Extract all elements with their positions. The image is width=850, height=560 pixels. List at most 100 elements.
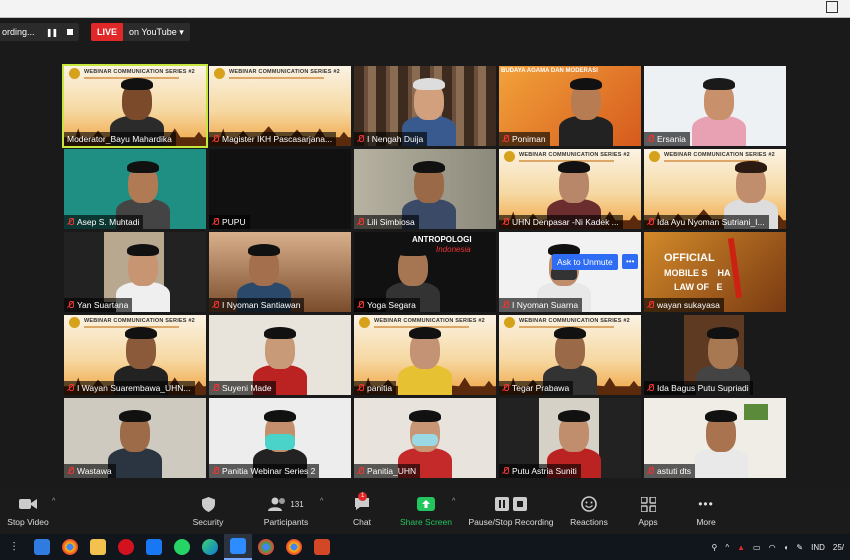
participant-tile[interactable]: Ersania xyxy=(644,66,786,146)
participant-tile[interactable]: Ida Bagus Putu Supriadi xyxy=(644,315,786,395)
chevron-down-icon: ▾ xyxy=(179,27,184,37)
participant-name-label: Putu Astria Suniti xyxy=(499,464,581,478)
participant-tile[interactable]: WEBINAR COMMUNICATION SERIES #2 Moderator… xyxy=(62,64,208,148)
chrome-profile-2-icon[interactable] xyxy=(280,534,308,560)
chrome-profile-icon[interactable] xyxy=(252,534,280,560)
participant-tile[interactable]: PUPU xyxy=(209,149,351,229)
participant-tile[interactable]: Lili Simbiosa xyxy=(354,149,496,229)
tile-caption: BUDAYA AGAMA DAN MODERASI xyxy=(501,68,598,74)
ask-to-unmute-button[interactable]: Ask to Unmute xyxy=(552,254,618,270)
more-button[interactable]: ••• More xyxy=(690,494,722,527)
reactions-button[interactable]: Reactions xyxy=(568,494,610,527)
share-screen-button[interactable]: Share Screen xyxy=(398,494,454,527)
participant-name-label: I Nengah Duija xyxy=(354,132,428,146)
participant-tile[interactable]: Panitia_UHN xyxy=(354,398,496,478)
recording-status-text: ording... xyxy=(2,27,35,37)
chat-button[interactable]: 1 Chat xyxy=(348,492,376,527)
live-target[interactable]: on YouTube ▾ xyxy=(123,23,190,41)
mic-muted-icon xyxy=(212,218,219,226)
participant-tile[interactable]: WEBINAR COMMUNICATION SERIES #2 UHN Denpa… xyxy=(499,149,641,229)
participant-tile[interactable]: Putu Astria Suniti xyxy=(499,398,641,478)
participants-button[interactable]: 131 Participants xyxy=(258,494,314,527)
security-button[interactable]: Security xyxy=(188,494,228,527)
participant-tile[interactable]: OFFICIAL MOBILE S HA LAW OF E wayan sukayas… xyxy=(644,232,786,312)
mic-muted-icon xyxy=(212,135,219,143)
pause-recording-icon[interactable]: ❚❚ xyxy=(43,23,61,41)
wifi-icon[interactable]: ◠ xyxy=(769,543,776,552)
participant-tile[interactable]: WEBINAR COMMUNICATION SERIES #2 Magister … xyxy=(209,66,351,146)
whatsapp-icon[interactable] xyxy=(168,534,196,560)
participant-name-label: Suyeni Made xyxy=(209,381,276,395)
participant-tile[interactable]: astuti dts xyxy=(644,398,786,478)
participant-tile[interactable]: Panitia Webinar Series 2 xyxy=(209,398,351,478)
mic-muted-icon xyxy=(647,135,654,143)
stop-video-button[interactable]: Stop Video xyxy=(4,494,52,527)
meeting-stage: ording... ❚❚ LIVE on YouTube ▾ WEBINAR C… xyxy=(0,18,850,488)
chrome-icon[interactable] xyxy=(56,534,84,560)
edge-icon[interactable] xyxy=(196,534,224,560)
participant-tile[interactable]: BUDAYA AGAMA DAN MODERASI Poniman xyxy=(499,66,641,146)
people-icon[interactable]: ⚲ xyxy=(711,543,717,552)
participants-label: Participants xyxy=(263,517,309,527)
participant-name-label: I Nyoman Santiawan xyxy=(209,298,305,312)
participant-tile[interactable]: I Nyoman Santiawan xyxy=(209,232,351,312)
tile-caption: LAW OF E xyxy=(674,282,723,292)
participant-tile[interactable]: Suyeni Made xyxy=(209,315,351,395)
participant-name-label: Yoga Segara xyxy=(354,298,420,312)
pdf-tray-icon[interactable]: ▲ xyxy=(737,543,745,552)
system-tray: ⚲ ^ ▲ ▭ ◠ ◖ ✎ IND 25/ xyxy=(711,534,850,560)
participant-name-label: I Wayan Suarembawa_UHN... xyxy=(64,381,195,395)
pause-stop-icon xyxy=(466,494,556,514)
mail-icon[interactable] xyxy=(28,534,56,560)
participant-tile[interactable]: ANTROPOLOGI Indonesia Yoga Segara xyxy=(354,232,496,312)
mic-muted-icon xyxy=(502,301,509,309)
banner-title: WEBINAR COMMUNICATION SERIES #2 xyxy=(84,69,195,75)
stop-recording-icon[interactable] xyxy=(61,23,79,41)
participant-name-label: panitia xyxy=(354,381,397,395)
window-maximize-icon[interactable] xyxy=(826,1,838,13)
participant-tile[interactable]: I Nyoman Suarna xyxy=(499,232,641,312)
mic-muted-icon xyxy=(357,301,364,309)
participant-tile[interactable]: WEBINAR COMMUNICATION SERIES #2 Ida Ayu N… xyxy=(644,149,786,229)
mic-muted-icon xyxy=(647,467,654,475)
pause-stop-recording-button[interactable]: Pause/Stop Recording xyxy=(466,494,556,527)
mic-muted-icon xyxy=(212,301,219,309)
battery-icon[interactable]: ▭ xyxy=(753,543,761,552)
volume-icon[interactable]: ◖ xyxy=(784,543,789,552)
video-options-caret[interactable]: ^ xyxy=(52,498,55,505)
participant-name-label: Moderator_Bayu Mahardika xyxy=(64,132,176,146)
tray-expand-icon[interactable]: ^ xyxy=(725,543,729,552)
clock-date[interactable]: 25/ xyxy=(833,543,844,552)
more-options-button[interactable]: ••• xyxy=(622,254,639,269)
task-view-icon[interactable]: ⫶ xyxy=(0,534,28,560)
banner-title: WEBINAR COMMUNICATION SERIES #2 xyxy=(519,152,630,158)
file-explorer-icon[interactable] xyxy=(84,534,112,560)
participant-name: PUPU xyxy=(222,217,246,227)
participant-tile[interactable]: WEBINAR COMMUNICATION SERIES #2 panitia xyxy=(354,315,496,395)
smiley-plus-icon xyxy=(568,494,610,514)
participant-tile[interactable]: Yan Suartana xyxy=(64,232,206,312)
participant-name-label: Magister IKH Pascasarjana... xyxy=(209,132,337,146)
participant-tile[interactable]: WEBINAR COMMUNICATION SERIES #2 Tegar Pra… xyxy=(499,315,641,395)
apps-button[interactable]: Apps xyxy=(632,494,664,527)
security-label: Security xyxy=(192,517,224,527)
share-options-caret[interactable]: ^ xyxy=(452,498,455,505)
participants-options-caret[interactable]: ^ xyxy=(320,498,323,505)
opera-icon[interactable] xyxy=(112,534,140,560)
live-badge: LIVE xyxy=(91,23,124,41)
mic-muted-icon xyxy=(357,135,364,143)
banner-title: WEBINAR COMMUNICATION SERIES #2 xyxy=(84,318,195,324)
live-stream-indicator[interactable]: LIVE on YouTube ▾ xyxy=(91,23,190,41)
video-camera-icon xyxy=(4,494,52,514)
language-indicator[interactable]: IND xyxy=(811,543,825,552)
zoom-icon[interactable] xyxy=(224,534,252,560)
powerpoint-icon[interactable] xyxy=(308,534,336,560)
participant-tile[interactable]: Asep S. Muhtadi xyxy=(64,149,206,229)
participants-count: 131 xyxy=(290,499,304,509)
facebook-icon[interactable] xyxy=(140,534,168,560)
participant-tile[interactable]: WEBINAR COMMUNICATION SERIES #2 I Wayan S… xyxy=(64,315,206,395)
apps-label: Apps xyxy=(638,517,658,527)
pen-icon[interactable]: ✎ xyxy=(796,543,803,552)
participant-tile[interactable]: I Nengah Duija xyxy=(354,66,496,146)
participant-tile[interactable]: Wastawa xyxy=(64,398,206,478)
